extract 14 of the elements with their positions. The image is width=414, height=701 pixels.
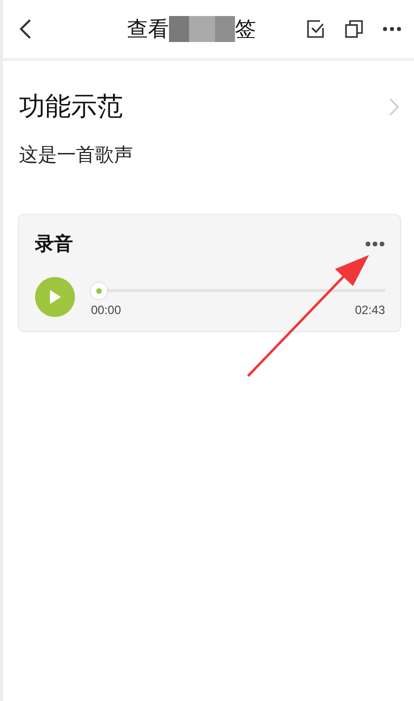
progress-track[interactable]: [91, 282, 385, 298]
window-title: 签: [235, 16, 256, 43]
slider-thumb[interactable]: [91, 282, 107, 298]
note-text: 这是一首歌声: [19, 143, 134, 168]
note-title: 功能示范: [19, 91, 123, 124]
elapsed-time: 00:00: [91, 302, 122, 316]
copy-icon[interactable]: [344, 19, 364, 39]
more-icon[interactable]: [365, 241, 385, 247]
blurred-area: [169, 16, 235, 42]
window-title: 查看: [127, 16, 169, 43]
play-icon: [48, 289, 62, 305]
duration-time: 02:43: [354, 302, 385, 316]
checkbox-icon[interactable]: [306, 19, 326, 39]
audio-title: 录音: [35, 232, 73, 257]
